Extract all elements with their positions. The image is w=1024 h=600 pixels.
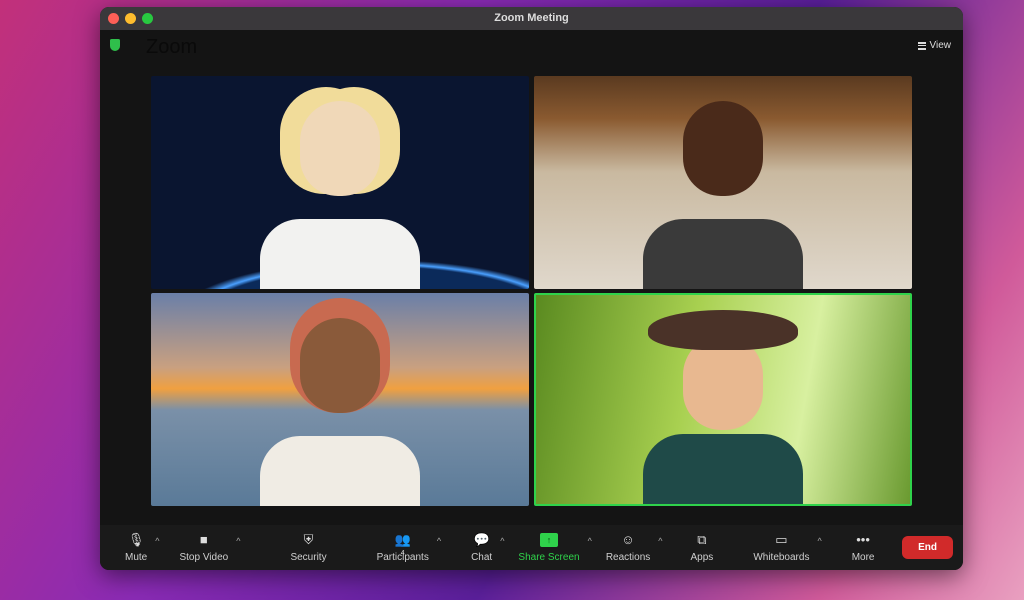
avatar-body [260,436,420,506]
more-button[interactable]: ••• More [851,531,875,563]
microphone-icon: 🎙 [127,531,145,547]
mute-label: Mute [125,551,148,563]
meeting-topbar: Zoom View [100,30,963,62]
maximize-button[interactable] [142,13,153,24]
participants-button[interactable]: 👥4 Participants [376,531,429,563]
participants-label: Participants [376,551,429,563]
brand-label: Zoom [146,36,198,58]
minimize-button[interactable] [125,13,136,24]
smiley-icon: ☺ [621,531,635,547]
share-arrow-icon: ↑ [540,532,558,547]
share-screen-button[interactable]: ↑ Share Screen [518,532,580,563]
avatar-body [643,219,803,289]
chat-bubble-icon: 💬 [473,531,490,547]
avatar-body [260,219,420,289]
grid-icon [917,41,926,50]
shield-icon: ⛨ [303,531,314,547]
participants-caret[interactable]: ^ [437,536,441,546]
title-bar: Zoom Meeting [100,7,963,30]
security-button[interactable]: ⛨ Security [290,531,327,563]
reactions-label: Reactions [605,551,651,563]
apps-label: Apps [690,551,714,563]
window-title: Zoom Meeting [494,12,569,24]
participant-tile-1[interactable] [151,76,529,289]
mute-button[interactable]: 🎙 Mute [125,531,148,563]
view-label: View [929,40,952,51]
avatar-body [643,434,803,504]
participant-tile-4-active-speaker[interactable] [534,293,912,506]
ellipsis-icon: ••• [856,531,870,547]
stop-video-label: Stop Video [179,551,229,563]
share-screen-label: Share Screen [518,551,580,563]
end-meeting-button[interactable]: End [902,536,953,559]
close-button[interactable] [108,13,119,24]
chat-caret[interactable]: ^ [500,536,504,546]
participant-tile-2[interactable] [534,76,912,289]
reactions-button[interactable]: ☺ Reactions [605,531,651,563]
avatar-head [300,101,380,196]
apps-button[interactable]: ⧉ Apps [690,531,714,563]
whiteboard-icon: ▭ [775,531,788,547]
reactions-caret[interactable]: ^ [658,536,662,546]
view-button[interactable]: View [917,40,952,51]
video-camera-icon: ■ [199,531,208,547]
hat [648,310,798,350]
whiteboards-button[interactable]: ▭ Whiteboards [753,531,810,563]
shield-icon[interactable] [110,39,120,51]
security-label: Security [290,551,327,563]
more-label: More [851,551,875,563]
meeting-toolbar: 🎙 Mute ^ ■ Stop Video ^ ⛨ Security 👥4 Partic… [100,525,963,570]
chat-label: Chat [471,551,493,563]
audio-options-caret[interactable]: ^ [155,536,159,546]
avatar-head [300,318,380,413]
avatar-head [683,101,763,196]
share-caret[interactable]: ^ [588,536,592,546]
whiteboards-caret[interactable]: ^ [817,536,821,546]
stop-video-button[interactable]: ■ Stop Video [179,531,229,563]
zoom-window: Zoom Meeting Zoom View 🎙 Mute ^ ■ Stop Vid… [100,7,963,570]
video-options-caret[interactable]: ^ [236,536,240,546]
participants-icon: 👥4 [394,531,411,557]
chat-button[interactable]: 💬 Chat [471,531,493,563]
whiteboards-label: Whiteboards [753,551,810,563]
participant-tile-3[interactable] [151,293,529,506]
apps-icon: ⧉ [697,531,707,547]
